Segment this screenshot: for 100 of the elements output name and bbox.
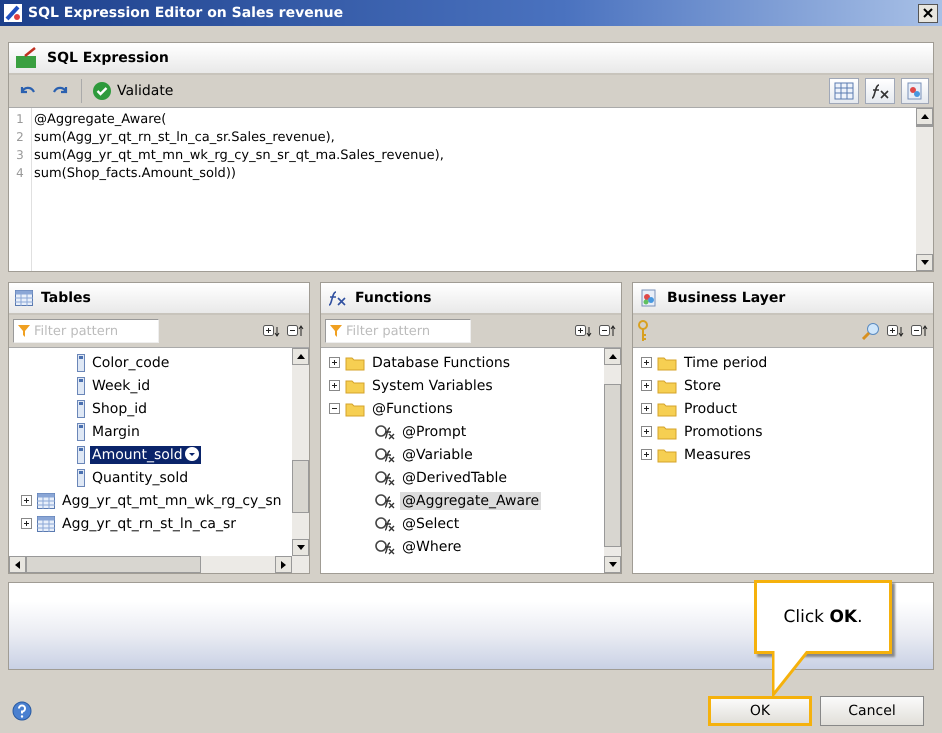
business-layer-view-button[interactable]	[901, 78, 929, 104]
dialog-button[interactable]: Cancel	[820, 696, 924, 726]
validate-button[interactable]: Validate	[88, 78, 178, 104]
business-layer-icon	[906, 82, 924, 100]
callout-text: Click OK.	[784, 607, 862, 627]
code-editor[interactable]: 1 2 3 4 @Aggregate_Aware( sum(Agg_yr_qt_rn_st_ln_ca_sr.Sales_revenue), sum(Agg_yr_qt_mt_mn_wk_rg_cy_sn_sr_qt_ma.Sales_revenue), sum(Shop_facts.Amount_sold))	[9, 107, 933, 271]
folder-item[interactable]: Database Functions	[370, 354, 512, 372]
function-item[interactable]: @Select	[400, 514, 462, 532]
function-item[interactable]: @Variable	[400, 446, 475, 464]
function-icon	[327, 290, 347, 306]
table-icon	[37, 492, 55, 508]
scroll-down-button[interactable]	[604, 556, 621, 573]
column-icon	[77, 422, 85, 440]
dropdown-icon[interactable]	[184, 446, 199, 460]
expand-all-icon	[575, 325, 593, 337]
column-item[interactable]: Color_code	[90, 354, 172, 372]
expand-all-icon	[887, 325, 905, 337]
code-line: sum(Shop_facts.Amount_sold))	[34, 166, 237, 183]
panel-title: Business Layer	[667, 290, 786, 306]
line-number: 4	[15, 166, 25, 182]
folder-item[interactable]: Promotions	[682, 422, 765, 440]
scroll-right-button[interactable]	[275, 556, 292, 573]
code-line: sum(Agg_yr_qt_rn_st_ln_ca_sr.Sales_revenue),	[34, 130, 336, 147]
left-arrow-icon	[15, 560, 20, 568]
function-icon	[375, 516, 395, 532]
filter-field[interactable]: Filter pattern	[325, 319, 471, 343]
column-item[interactable]: Amount_sold	[90, 446, 201, 464]
line-number: 2	[15, 130, 25, 146]
scroll-down-button[interactable]	[292, 539, 309, 556]
folder-item[interactable]: Time period	[682, 354, 770, 372]
table-icon	[15, 290, 33, 306]
down-arrow-icon	[296, 545, 304, 550]
column-icon	[77, 468, 85, 486]
folder-icon	[345, 354, 365, 370]
folder-item[interactable]: System Variables	[370, 376, 495, 394]
column-icon	[77, 400, 85, 418]
function-icon	[870, 83, 890, 99]
line-number: 1	[15, 112, 25, 128]
sql-icon	[15, 47, 39, 69]
folder-item[interactable]: @Functions	[370, 400, 455, 418]
window-title: SQL Expression Editor on Sales revenue	[28, 5, 344, 21]
function-icon	[375, 470, 395, 486]
function-item[interactable]: @Aggregate_Aware	[400, 492, 542, 510]
function-icon	[375, 446, 395, 462]
column-icon	[77, 446, 85, 464]
down-arrow-icon	[608, 562, 616, 567]
column-item[interactable]: Quantity_sold	[90, 468, 190, 486]
panel-title: SQL Expression	[47, 50, 169, 66]
scroll-left-button[interactable]	[9, 556, 26, 573]
folder-icon	[657, 424, 677, 440]
filter-icon	[17, 324, 31, 338]
function-item[interactable]: @Where	[400, 538, 464, 556]
collapse-all-icon	[599, 325, 617, 337]
function-icon	[375, 538, 395, 554]
function-item[interactable]: @Prompt	[400, 422, 468, 440]
function-view-button[interactable]	[865, 78, 895, 104]
folder-icon	[657, 446, 677, 462]
up-arrow-icon	[608, 354, 616, 359]
folder-item[interactable]: Store	[682, 376, 724, 394]
folder-icon	[345, 378, 365, 394]
close-icon	[923, 8, 933, 18]
folder-icon	[657, 400, 677, 416]
line-number: 3	[15, 148, 25, 164]
down-arrow-icon	[920, 260, 928, 265]
panel-title: Tables	[41, 290, 91, 306]
table-icon	[834, 82, 854, 100]
column-item[interactable]: Margin	[90, 422, 142, 440]
up-arrow-icon	[296, 354, 304, 359]
dialog-button[interactable]: OK	[708, 696, 812, 726]
search-icon	[861, 322, 881, 340]
collapse-all-icon	[287, 325, 305, 337]
scroll-up-button[interactable]	[916, 108, 933, 125]
help-icon	[12, 700, 32, 720]
app-icon	[4, 4, 22, 22]
scroll-up-button[interactable]	[292, 348, 309, 365]
expand-all-icon	[263, 325, 281, 337]
filter-icon	[329, 324, 343, 338]
table-item[interactable]: Agg_yr_qt_rn_st_ln_ca_sr	[60, 514, 238, 532]
folder-icon	[345, 400, 365, 416]
scroll-up-button[interactable]	[604, 348, 621, 365]
function-item[interactable]: @DerivedTable	[400, 468, 510, 486]
code-line: sum(Agg_yr_qt_mt_mn_wk_rg_cy_sn_sr_qt_ma.Sales_revenue),	[34, 148, 445, 165]
filter-field[interactable]: Filter pattern	[13, 319, 159, 343]
table-icon	[37, 516, 55, 532]
table-item[interactable]: Agg_yr_qt_mt_mn_wk_rg_cy_sn	[60, 492, 284, 510]
key-icon	[637, 320, 649, 342]
folder-item[interactable]: Measures	[682, 446, 753, 464]
folder-icon	[657, 354, 677, 370]
folder-item[interactable]: Product	[682, 400, 740, 418]
column-item[interactable]: Shop_id	[90, 400, 149, 418]
scroll-down-button[interactable]	[916, 254, 933, 271]
table-view-button[interactable]	[829, 78, 859, 104]
check-icon	[93, 82, 111, 100]
up-arrow-icon	[920, 114, 928, 119]
function-icon	[375, 424, 395, 440]
right-arrow-icon	[281, 560, 286, 568]
panel-title: Functions	[355, 290, 432, 306]
column-item[interactable]: Week_id	[90, 376, 152, 394]
folder-icon	[657, 378, 677, 394]
close-button[interactable]	[918, 4, 938, 22]
